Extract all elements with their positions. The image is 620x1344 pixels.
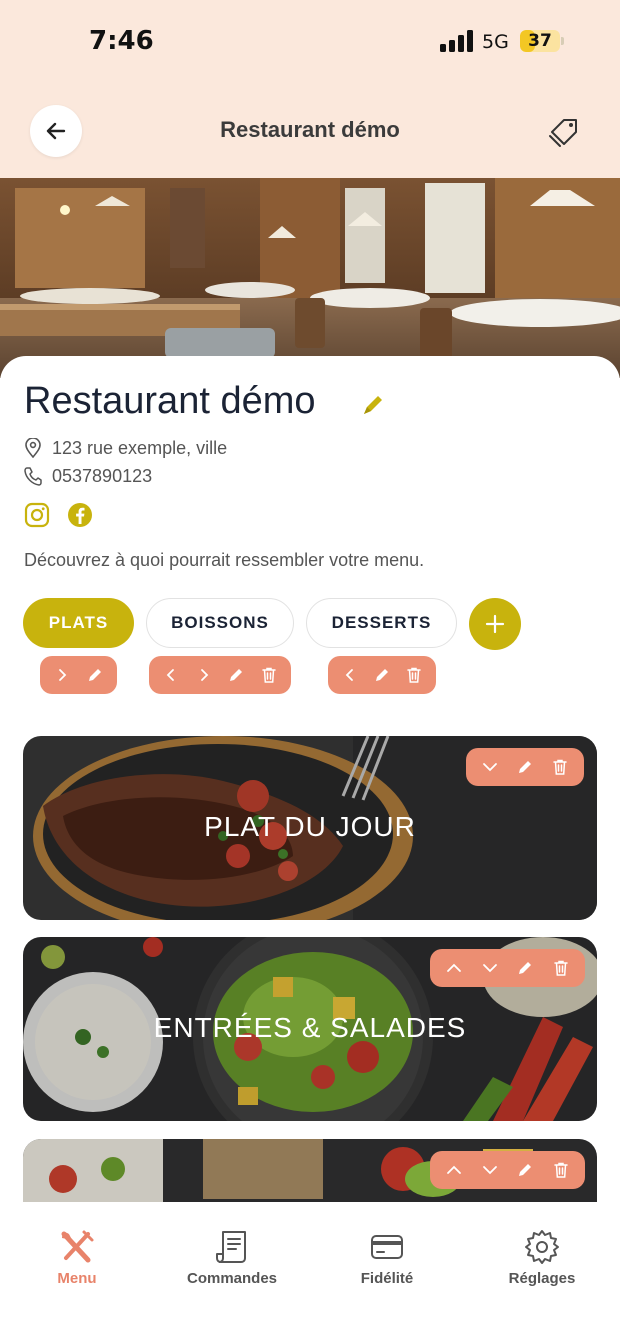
bottom-navigation: Menu Commandes Fidélité Réglages (0, 1202, 620, 1344)
menu-description: Découvrez à quoi pourrait ressembler vot… (24, 550, 425, 570)
category-label: DESSERTS (331, 613, 432, 632)
pencil-icon[interactable] (510, 1155, 540, 1185)
pencil-icon[interactable] (360, 392, 386, 418)
chevron-left-icon[interactable] (156, 660, 186, 690)
pencil-icon[interactable] (367, 660, 397, 690)
tag-icon[interactable] (546, 114, 582, 150)
chevron-up-icon[interactable] (439, 1155, 469, 1185)
pencil-icon[interactable] (221, 660, 251, 690)
trash-icon[interactable] (546, 1155, 576, 1185)
menu-section-entrees-salades[interactable]: ENTRÉES & SALADES (23, 937, 597, 1121)
status-time: 7:46 (89, 26, 154, 56)
gear-icon (525, 1230, 559, 1264)
chevron-down-icon[interactable] (475, 752, 505, 782)
receipt-icon (216, 1231, 246, 1263)
trash-icon[interactable] (399, 660, 429, 690)
phone-text: 0537890123 (52, 465, 153, 486)
chevron-right-icon[interactable] (47, 660, 77, 690)
address-text: 123 rue exemple, ville (52, 437, 228, 458)
plus-icon (485, 614, 505, 634)
instagram-icon[interactable] (24, 502, 50, 528)
category-label: BOISSONS (171, 613, 269, 632)
pencil-icon[interactable] (80, 660, 110, 690)
trash-icon[interactable] (254, 660, 284, 690)
nav-item-menu[interactable]: Menu (7, 1228, 147, 1298)
nav-label: Réglages (508, 1270, 576, 1287)
trash-icon[interactable] (546, 953, 576, 983)
chevron-down-icon[interactable] (475, 1155, 505, 1185)
category-tab-desserts[interactable]: DESSERTS (306, 598, 457, 648)
category-tab-boissons[interactable]: BOISSONS (146, 598, 294, 648)
section-controls (466, 748, 584, 786)
top-bar: 7:46 5G 37 Restaurant démo (0, 0, 620, 178)
chevron-left-icon[interactable] (335, 660, 365, 690)
add-category-button[interactable] (469, 598, 521, 650)
category-controls-boissons (149, 656, 291, 694)
section-controls (430, 1151, 585, 1189)
card-icon (371, 1235, 403, 1259)
nav-item-reglages[interactable]: Réglages (472, 1228, 612, 1298)
section-controls (430, 949, 585, 987)
chevron-up-icon[interactable] (439, 953, 469, 983)
category-controls-plats (40, 656, 117, 694)
restaurant-cover-image (0, 178, 620, 378)
nav-item-fidelite[interactable]: Fidélité (317, 1228, 457, 1298)
network-label: 5G (482, 31, 509, 53)
location-pin-icon (25, 438, 41, 458)
nav-label: Commandes (186, 1270, 278, 1287)
battery-level: 37 (528, 31, 552, 51)
nav-item-commandes[interactable]: Commandes (162, 1228, 302, 1298)
trash-icon[interactable] (545, 752, 575, 782)
restaurant-name: Restaurant démo (24, 380, 316, 422)
nav-label: Fidélité (360, 1270, 414, 1287)
pencil-icon[interactable] (510, 953, 540, 983)
section-title: PLAT DU JOUR (204, 811, 416, 842)
chevron-right-icon[interactable] (189, 660, 219, 690)
section-title: ENTRÉES & SALADES (153, 1012, 467, 1043)
page-title: Restaurant démo (220, 117, 400, 142)
address-row: 123 rue exemple, ville (24, 437, 227, 459)
nav-label: Menu (57, 1270, 97, 1287)
category-tab-plats[interactable]: PLATS (23, 598, 134, 648)
pencil-icon[interactable] (510, 752, 540, 782)
signal-icon (440, 30, 473, 52)
battery-icon: 37 (520, 30, 565, 52)
phone-icon (24, 467, 42, 486)
menu-section-plat-du-jour[interactable]: PLAT DU JOUR (23, 736, 597, 920)
phone-row: 0537890123 (24, 465, 152, 487)
chevron-down-icon[interactable] (475, 953, 505, 983)
fork-knife-icon (61, 1230, 94, 1263)
category-label: PLATS (48, 613, 109, 632)
category-controls-desserts (328, 656, 436, 694)
facebook-icon[interactable] (67, 502, 93, 528)
